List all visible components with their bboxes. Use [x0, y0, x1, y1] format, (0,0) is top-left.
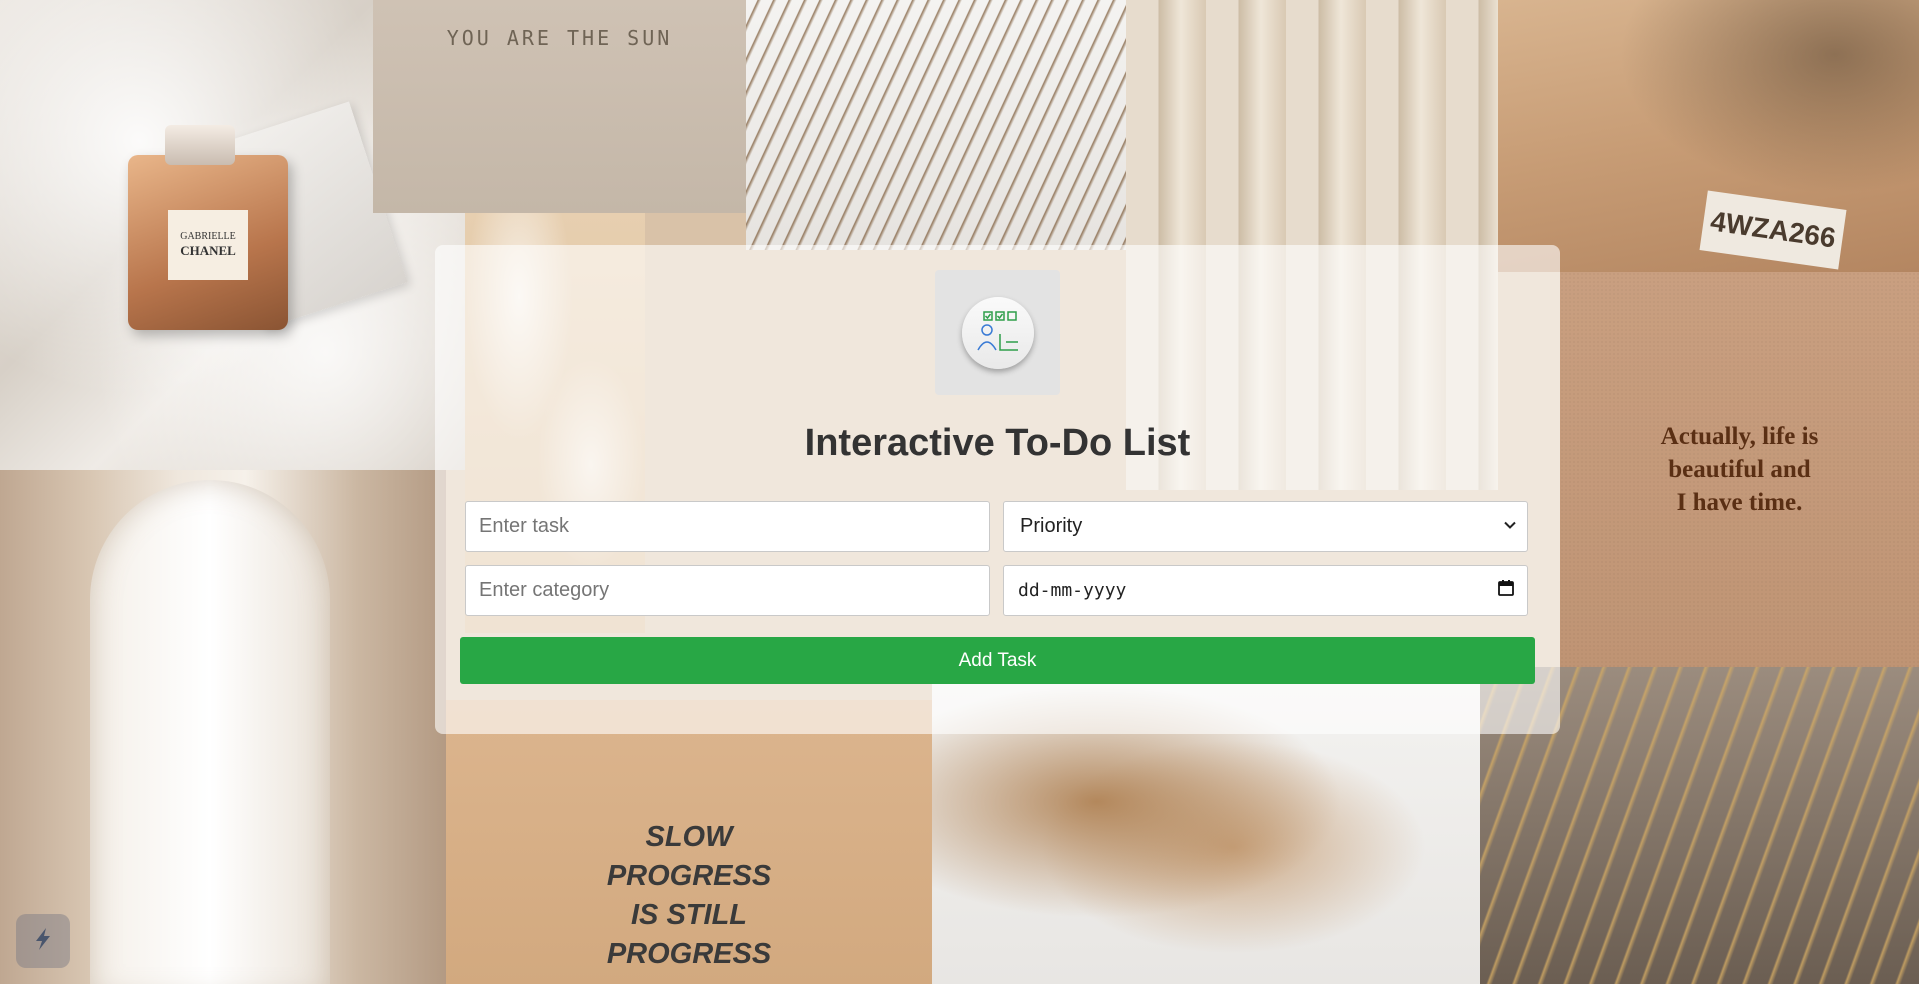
progress-line: IS STILL	[631, 899, 747, 931]
task-input[interactable]	[465, 501, 990, 552]
logo-container	[935, 270, 1060, 395]
progress-line: PROGRESS	[606, 938, 772, 970]
page-title: Interactive To-Do List	[804, 422, 1191, 464]
corner-widget[interactable]	[16, 914, 70, 968]
chevron-down-icon	[1503, 515, 1517, 538]
add-task-button[interactable]: Add Task	[460, 637, 1535, 684]
arch-curtain-photo	[0, 470, 446, 984]
priority-select[interactable]: Priority	[1003, 501, 1528, 552]
progress-line: PROGRESS	[606, 860, 772, 892]
quote-line: I have time.	[1676, 489, 1803, 516]
car-photo: 4WZA266	[1498, 0, 1919, 272]
palm-leaf-photo	[746, 0, 1126, 250]
lightning-icon	[29, 925, 57, 958]
perfume-label: GABRIELLE CHANEL	[168, 210, 248, 280]
perfume-cap-image	[165, 125, 235, 165]
todo-card: Interactive To-Do List Priority dd-mm-yy…	[435, 245, 1560, 734]
sun-card-photo: YOU ARE THE SUN	[373, 0, 746, 213]
due-date-input[interactable]: dd-mm-yyyy	[1003, 565, 1528, 616]
license-plate: 4WZA266	[1699, 190, 1847, 270]
due-date-placeholder: dd-mm-yyyy	[1018, 580, 1127, 601]
calendar-icon[interactable]	[1497, 579, 1515, 602]
progress-line: SLOW	[645, 821, 733, 853]
todo-checklist-person-icon	[961, 296, 1034, 369]
perfume-label-line: GABRIELLE	[180, 231, 236, 243]
sun-card-text: YOU ARE THE SUN	[446, 26, 673, 50]
perfume-label-line: CHANEL	[180, 243, 236, 259]
progress-quote-photo: SLOW PROGRESS IS STILL PROGRESS	[446, 700, 932, 984]
quote-line: Actually, life is	[1660, 423, 1819, 450]
arch-image	[90, 480, 330, 984]
quote-photo: Actually, life is beautiful and I have t…	[1560, 272, 1919, 667]
progress-text: SLOW PROGRESS IS STILL PROGRESS	[446, 818, 932, 974]
page-background: GABRIELLE CHANEL YOU ARE THE SUN 4WZA266…	[0, 0, 1919, 984]
category-input[interactable]	[465, 565, 990, 616]
quote-text: Actually, life is beautiful and I have t…	[1560, 420, 1919, 519]
priority-select-value: Priority	[1020, 515, 1083, 537]
quote-line: beautiful and	[1668, 456, 1811, 483]
